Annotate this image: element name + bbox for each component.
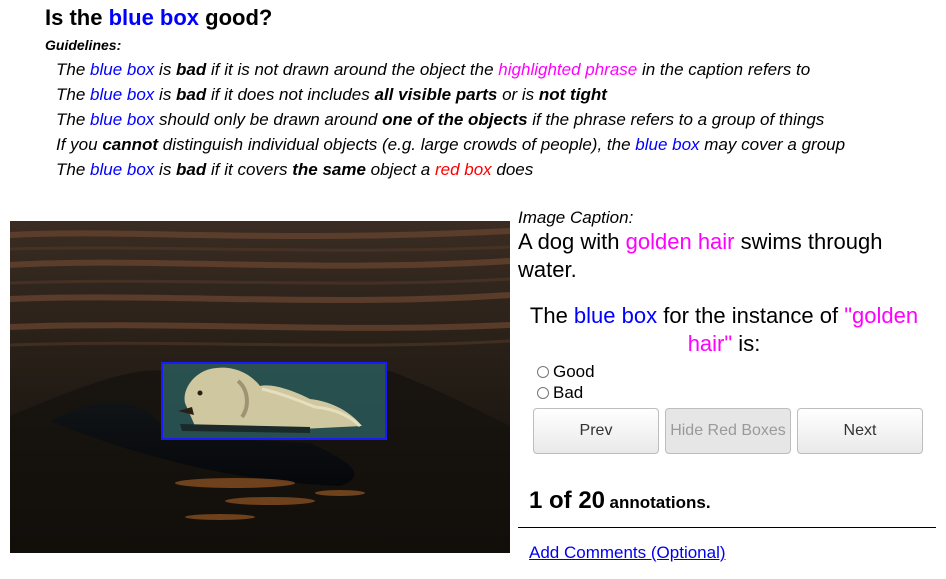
divider [518, 527, 936, 528]
option-good[interactable]: Good [537, 362, 595, 382]
guideline-item: The blue box is bad if it is not drawn a… [56, 60, 811, 79]
option-bad-label: Bad [553, 383, 584, 402]
guidelines-list: The blue box is bad if it is not drawn a… [56, 57, 845, 182]
next-button[interactable]: Next [797, 408, 923, 454]
hide-red-boxes-button[interactable]: Hide Red Boxes [665, 408, 791, 454]
page-title: Is the blue box good? [45, 5, 273, 30]
guideline-item: The blue box is bad if it does not inclu… [56, 85, 607, 104]
caption-label: Image Caption: [518, 208, 634, 227]
option-good-label: Good [553, 362, 595, 381]
dog-photo [10, 221, 510, 553]
guideline-item: If you cannot distinguish individual obj… [56, 135, 846, 154]
radio-bad[interactable] [537, 387, 549, 399]
option-bad[interactable]: Bad [537, 383, 583, 403]
guideline-item: The blue box is bad if it covers the sam… [56, 160, 534, 179]
question-text: The blue box for the instance of "golden… [529, 303, 919, 356]
progress-count: 1 of 20 [529, 487, 606, 514]
progress-label: annotations. [609, 493, 711, 512]
caption-phrase: golden hair [625, 229, 735, 254]
progress-indicator: 1 of 20 annotations. [529, 487, 711, 518]
radio-good[interactable] [537, 366, 549, 378]
guidelines-heading: Guidelines: [45, 37, 122, 53]
blue-box-term: blue box [108, 5, 200, 30]
guideline-item: The blue box should only be drawn around… [56, 110, 825, 129]
blue-box-overlay [161, 362, 387, 440]
prev-button[interactable]: Prev [533, 408, 659, 454]
add-comments-link[interactable]: Add Comments (Optional) [529, 543, 726, 563]
caption-text: A dog with golden hair swims through wat… [518, 229, 883, 282]
